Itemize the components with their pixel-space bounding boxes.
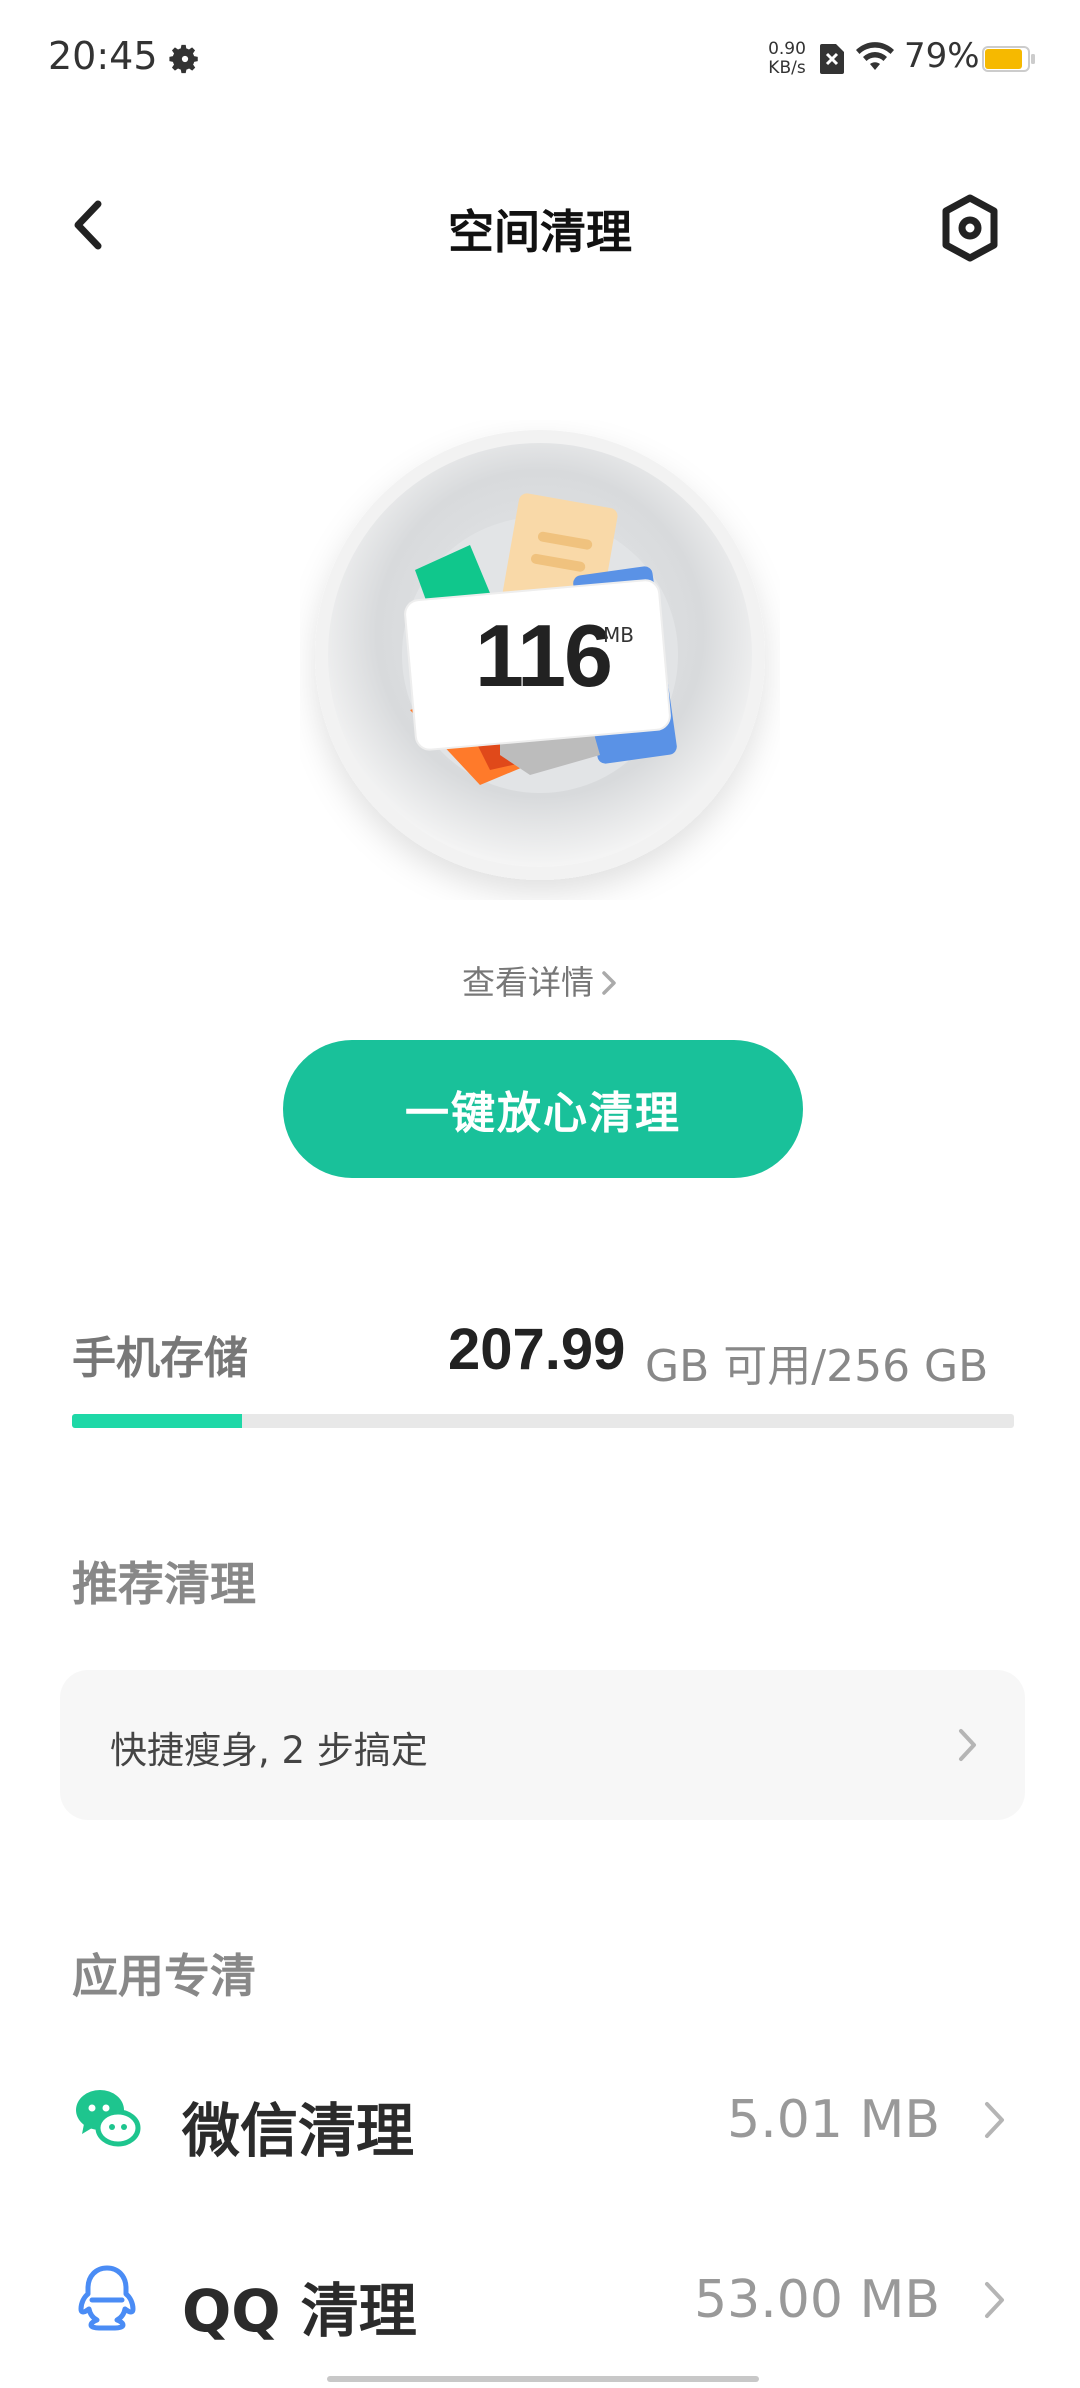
junk-size-unit: MB bbox=[603, 623, 634, 647]
storage-progress-fill bbox=[72, 1414, 242, 1428]
storage-progress-bar bbox=[72, 1414, 1014, 1428]
recommend-section-title: 推荐清理 bbox=[72, 1557, 256, 1611]
settings-icon[interactable] bbox=[938, 192, 1002, 264]
chevron-right-icon bbox=[985, 2282, 1004, 2318]
qq-clean-label: QQ 清理 bbox=[182, 2277, 417, 2345]
battery-percent: 79% bbox=[904, 36, 980, 76]
quick-slim-text: 快捷瘦身, 2 步搞定 bbox=[110, 1729, 428, 1772]
wechat-clean-row[interactable]: 微信清理 5.01 MB bbox=[0, 2046, 1080, 2196]
wechat-icon bbox=[76, 2090, 141, 2147]
home-indicator[interactable] bbox=[327, 2376, 759, 2382]
storage-free-value: 207.99 bbox=[448, 1317, 626, 1382]
chevron-right-icon bbox=[602, 971, 616, 995]
storage-label: 手机存储 bbox=[72, 1333, 248, 1384]
page-title: 空间清理 bbox=[448, 205, 632, 259]
view-details-label: 查看详情 bbox=[462, 963, 594, 1002]
apps-section-title: 应用专清 bbox=[72, 1949, 256, 2003]
status-time: 20:45 bbox=[48, 34, 158, 78]
quick-slim-card[interactable]: 快捷瘦身, 2 步搞定 bbox=[60, 1670, 1025, 1820]
wechat-junk-size: 5.01 MB bbox=[727, 2090, 940, 2150]
gear-icon bbox=[169, 44, 198, 74]
qq-icon bbox=[78, 2265, 136, 2331]
wifi-icon bbox=[856, 42, 894, 70]
qq-junk-size: 53.00 MB bbox=[694, 2270, 940, 2330]
one-click-clean-button[interactable]: 一键放心清理 bbox=[283, 1040, 803, 1178]
no-sim-icon bbox=[820, 44, 844, 74]
chevron-right-icon bbox=[985, 2102, 1004, 2138]
wechat-clean-label: 微信清理 bbox=[182, 2097, 415, 2165]
junk-size-value: 116 bbox=[475, 606, 613, 705]
net-speed: 0.90 KB/s bbox=[768, 39, 806, 78]
status-bar: 20:45 0.90 KB/s 79% bbox=[0, 0, 1080, 120]
qq-clean-row[interactable]: QQ 清理 53.00 MB bbox=[0, 2226, 1080, 2376]
battery-icon bbox=[982, 46, 1035, 72]
chevron-right-icon bbox=[959, 1729, 976, 1761]
view-details-link[interactable]: 查看详情 bbox=[0, 956, 1080, 1004]
storage-capacity-text: GB 可用/256 GB bbox=[645, 1341, 989, 1392]
